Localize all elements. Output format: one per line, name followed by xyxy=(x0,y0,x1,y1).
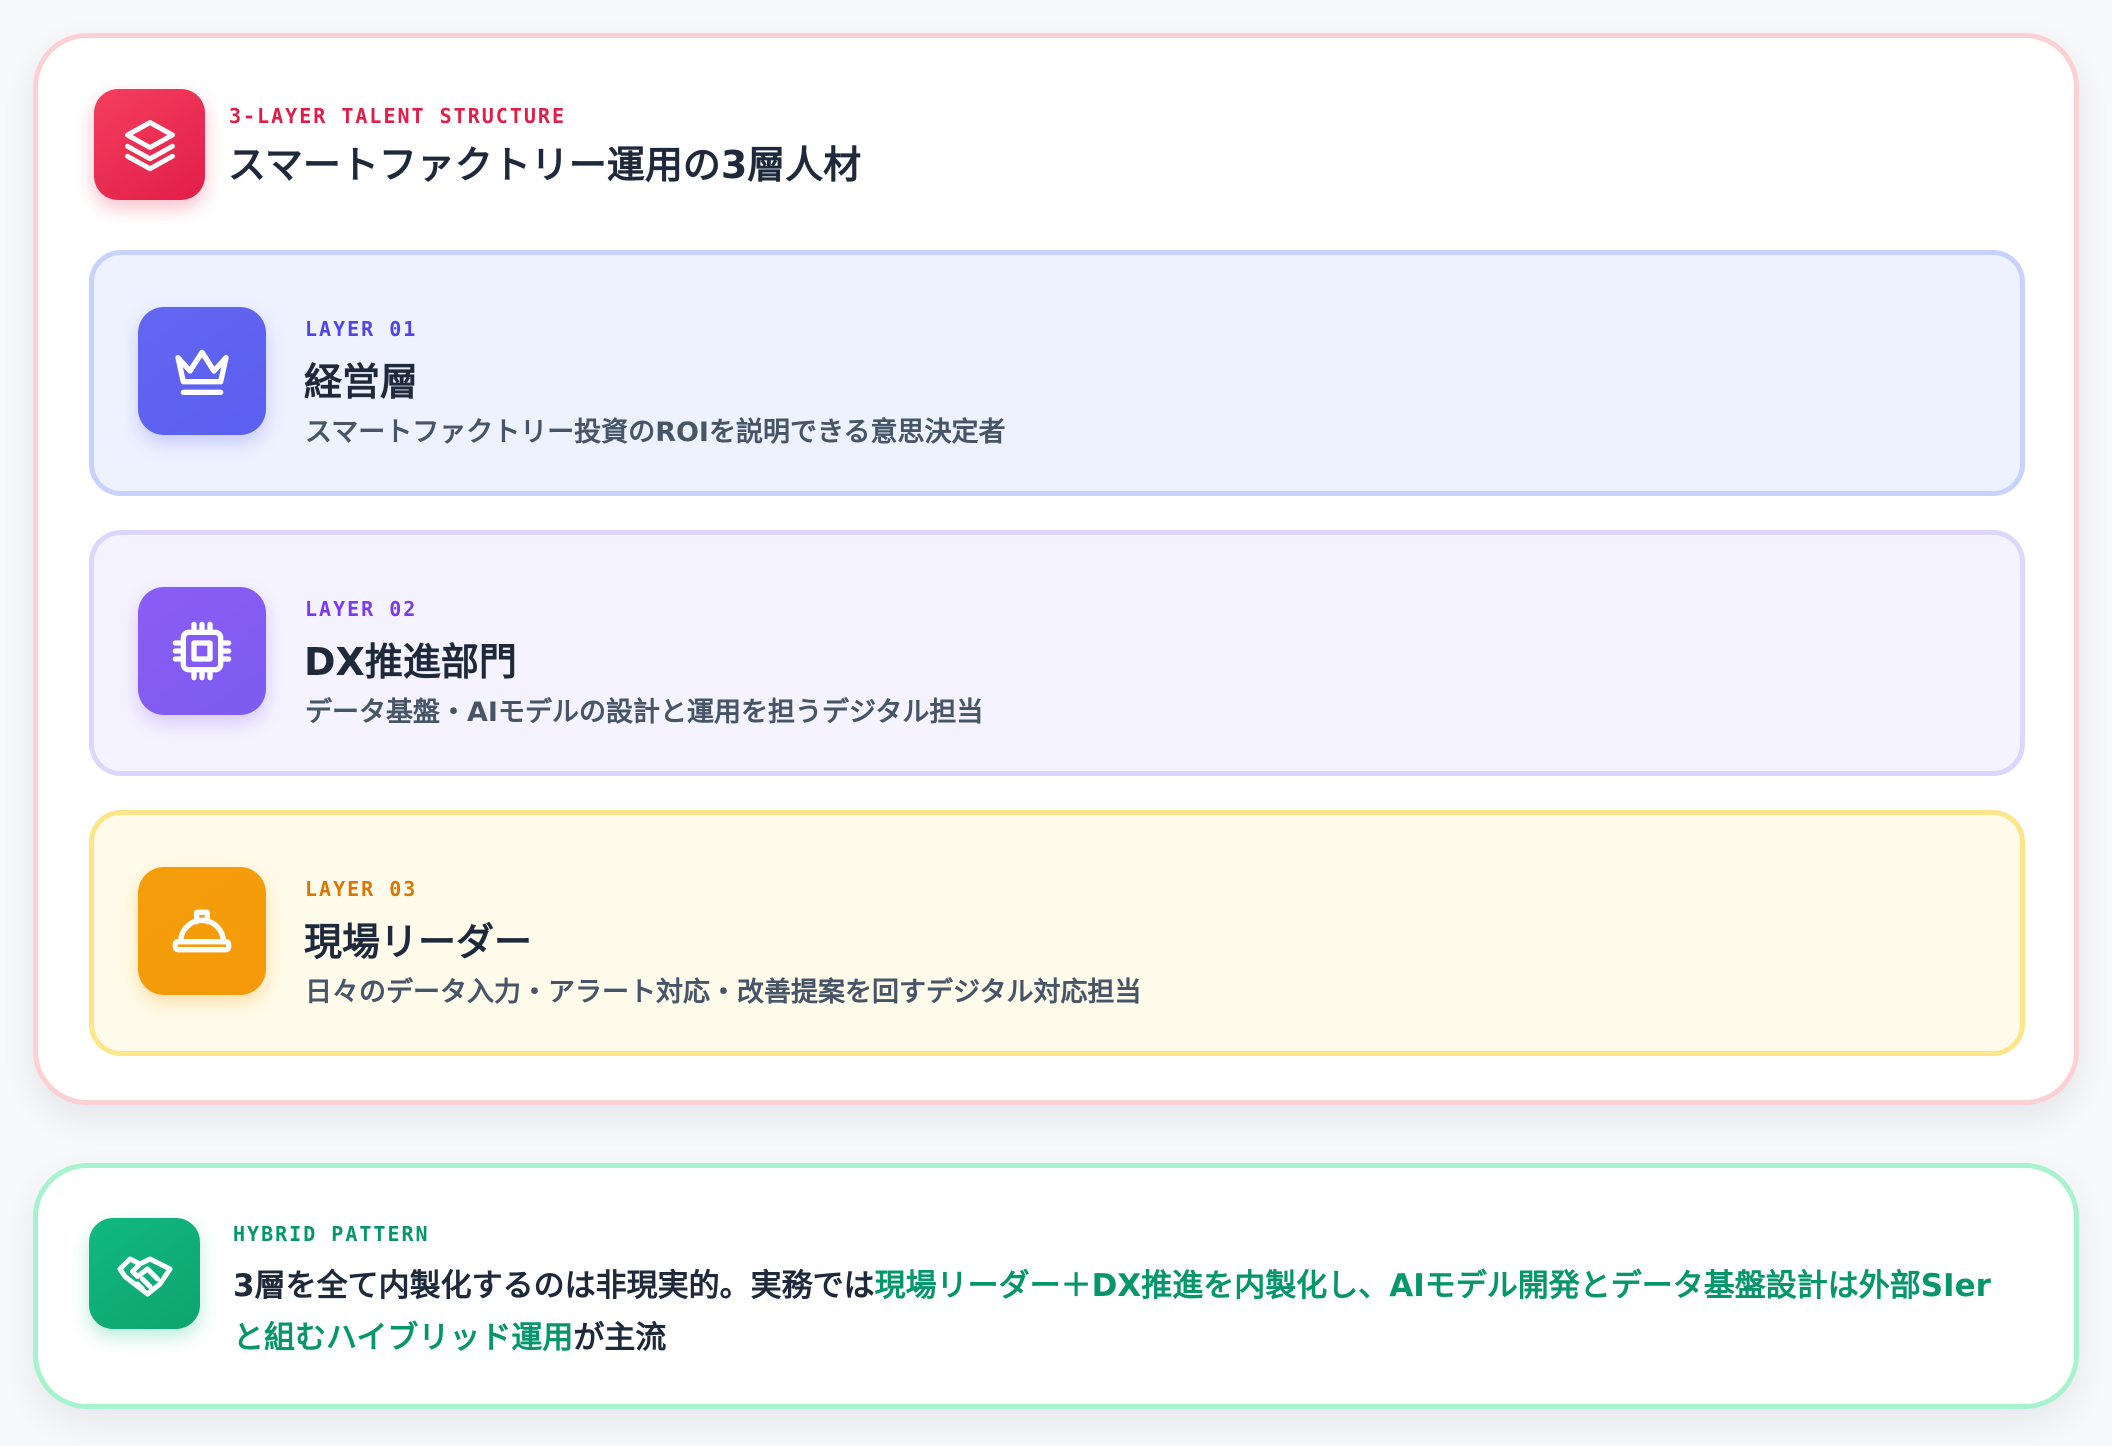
layer-card-dx-promotion: LAYER 02 DX推進部門 データ基盤・AIモデルの設計と運用を担うデジタル… xyxy=(89,530,2025,776)
layer-description: 日々のデータ入力・アラート対応・改善提案を回すデジタル対応担当 xyxy=(305,977,1142,1008)
layer-card-executive: LAYER 01 経営層 スマートファクトリー投資のROIを説明できる意思決定者 xyxy=(89,250,2025,496)
crown-icon xyxy=(138,307,266,435)
layer-title: 現場リーダー xyxy=(304,920,533,964)
layer-title: DX推進部門 xyxy=(304,640,517,684)
layer-eyebrow: LAYER 03 xyxy=(305,877,418,901)
section-title: スマートファクトリー運用の3層人材 xyxy=(228,143,862,187)
hybrid-eyebrow: HYBRID PATTERN xyxy=(233,1222,430,1246)
layer-description: スマートファクトリー投資のROIを説明できる意思決定者 xyxy=(305,417,1006,448)
layer-eyebrow: LAYER 01 xyxy=(305,317,418,341)
talent-structure-card: 3-LAYER TALENT STRUCTURE スマートファクトリー運用の3層… xyxy=(33,33,2079,1105)
layer-title: 経営層 xyxy=(304,360,419,404)
layer-eyebrow: LAYER 02 xyxy=(305,597,418,621)
layers-icon xyxy=(94,89,205,200)
layer-description: データ基盤・AIモデルの設計と運用を担うデジタル担当 xyxy=(305,697,984,728)
hybrid-description: 3層を全て内製化するのは非現実的。実務では現場リーダー＋DX推進を内製化し、AI… xyxy=(233,1260,2013,1364)
hybrid-text-tail: が主流 xyxy=(573,1320,667,1356)
cpu-chip-icon xyxy=(138,587,266,715)
layer-card-field-leader: LAYER 03 現場リーダー 日々のデータ入力・アラート対応・改善提案を回すデ… xyxy=(89,810,2025,1056)
hybrid-text-lead: 3層を全て内製化するのは非現実的。実務では xyxy=(233,1268,875,1304)
section-eyebrow: 3-LAYER TALENT STRUCTURE xyxy=(229,104,566,128)
handshake-icon xyxy=(89,1218,200,1329)
hard-hat-icon xyxy=(138,867,266,995)
hybrid-pattern-card: HYBRID PATTERN 3層を全て内製化するのは非現実的。実務では現場リー… xyxy=(33,1163,2079,1409)
